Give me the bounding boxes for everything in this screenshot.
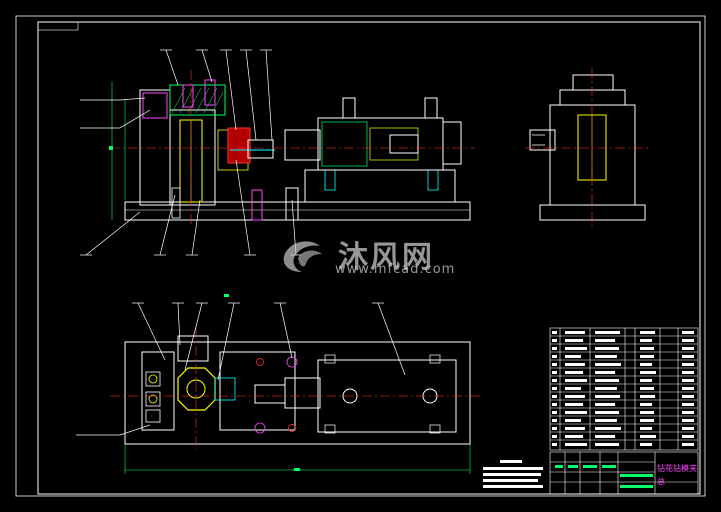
side-view — [525, 68, 650, 230]
top-view — [110, 294, 480, 474]
mfcad-logo-icon — [283, 241, 322, 272]
watermark-url: www.mfcad.com — [335, 262, 456, 277]
drawing-title: 钻花钻模夹 — [657, 464, 697, 473]
technical-notes — [483, 460, 543, 488]
sheet-label: 总 — [657, 477, 665, 486]
parts-list-entries — [552, 331, 694, 446]
top-left-code-box — [37, 21, 79, 31]
title-block-fill — [555, 465, 653, 488]
